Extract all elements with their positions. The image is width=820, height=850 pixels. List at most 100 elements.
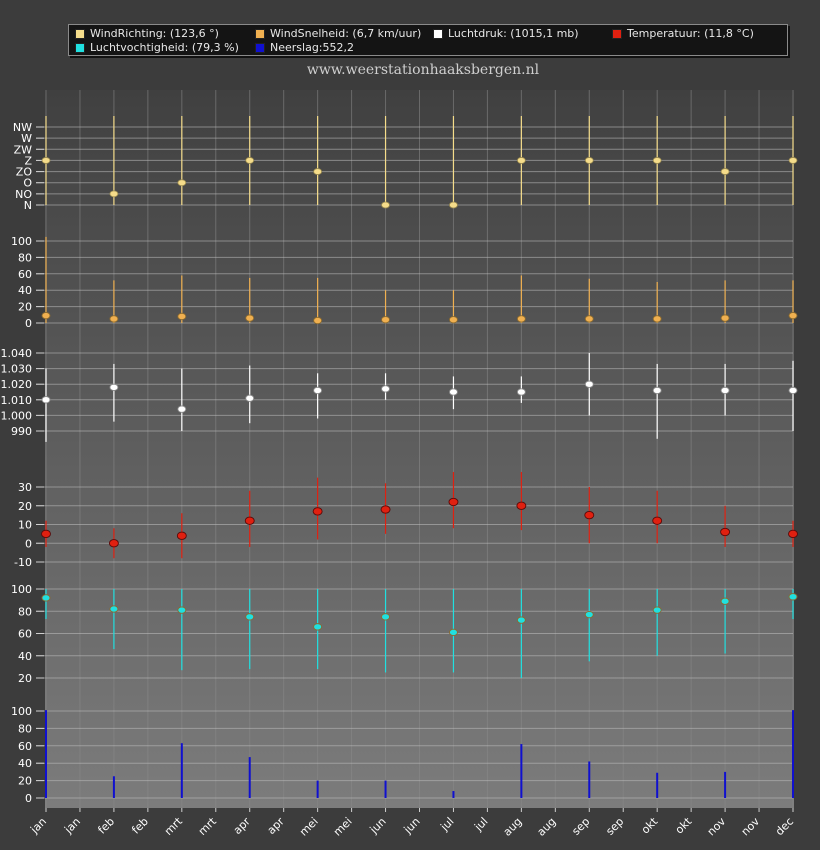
data-point xyxy=(313,168,323,175)
data-point xyxy=(652,516,663,525)
x-tick-label: nov xyxy=(705,815,729,839)
legend-label: WindSnelheid: (6,7 km/uur) xyxy=(270,27,422,40)
precipitation-bar xyxy=(520,744,523,798)
precipitation-bar xyxy=(180,743,183,798)
data-point xyxy=(381,385,390,393)
legend-swatch xyxy=(612,28,622,39)
weather-chart-view: N NO O ZO Z ZW W NW 0 20 40 60 80 100 990 1.000 1.010 1.0… xyxy=(0,0,820,850)
x-tick-label: jul xyxy=(437,815,456,834)
data-point xyxy=(41,396,51,404)
data-point xyxy=(177,179,187,187)
data-point xyxy=(313,386,323,395)
data-point xyxy=(516,388,526,396)
y-tick-label: 0 xyxy=(25,537,32,550)
data-point xyxy=(652,157,662,164)
x-tick-label: mrt xyxy=(162,814,186,838)
data-point xyxy=(245,613,255,621)
data-point xyxy=(720,527,731,537)
data-point xyxy=(41,594,51,602)
y-tick-label: 20 xyxy=(18,775,32,788)
legend-label: Neerslag:552,2 xyxy=(270,41,354,54)
legend-item-temperatuur: Temperatuur: (11,8 °C) xyxy=(612,27,754,40)
data-point xyxy=(720,597,730,605)
data-point xyxy=(652,606,662,614)
x-tick-label: okt xyxy=(639,814,661,836)
y-tick-label: 100 xyxy=(11,235,32,248)
x-tick-label: jul xyxy=(471,815,490,834)
y-tick-label: 20 xyxy=(18,672,32,685)
x-tick-label: apr xyxy=(265,815,287,837)
precipitation-bar xyxy=(452,791,455,798)
data-point xyxy=(312,507,323,516)
x-tick-label: mei xyxy=(331,815,355,839)
data-point xyxy=(516,501,527,510)
x-tick-label: aug xyxy=(535,815,559,839)
data-point xyxy=(245,394,255,402)
precipitation-bar xyxy=(588,761,591,798)
x-tick-label: jan xyxy=(27,815,49,837)
data-point xyxy=(788,529,798,539)
y-tick-label: 1.030 xyxy=(1,363,33,376)
legend-swatch xyxy=(75,28,85,39)
data-point xyxy=(516,315,526,323)
y-tick-label: N xyxy=(24,199,32,212)
y-tick-label: 40 xyxy=(18,284,32,297)
data-point xyxy=(788,386,798,395)
legend-item-windsnelheid: WindSnelheid: (6,7 km/uur) xyxy=(255,27,421,40)
y-tick-label: 1.000 xyxy=(1,409,33,422)
x-tick-label: jan xyxy=(61,815,83,837)
data-point xyxy=(720,386,730,395)
data-point xyxy=(449,628,458,637)
x-tick-label: jun xyxy=(367,815,389,837)
data-point xyxy=(109,315,119,323)
precipitation-bar xyxy=(248,757,251,798)
y-tick-label: ZO xyxy=(16,166,33,179)
precipitation-bar xyxy=(792,710,794,798)
data-point xyxy=(448,497,459,507)
y-tick-label: 0 xyxy=(25,792,32,805)
y-tick-label: 10 xyxy=(18,519,32,532)
y-tick-label: 100 xyxy=(11,583,32,596)
data-point xyxy=(449,201,458,209)
legend-item-neerslag: Neerslag:552,2 xyxy=(255,41,354,54)
data-point xyxy=(652,315,662,323)
precipitation-bar xyxy=(316,780,319,798)
y-tick-label: 1.020 xyxy=(1,378,33,391)
data-point xyxy=(584,157,594,164)
data-point xyxy=(720,314,730,322)
y-tick-label: 80 xyxy=(18,251,32,264)
legend-label: Luchtdruk: (1015,1 mb) xyxy=(448,27,579,40)
y-tick-label: 0 xyxy=(25,317,32,330)
y-tick-label: O xyxy=(23,177,32,190)
y-tick-label: 20 xyxy=(18,301,32,314)
legend-item-luchtdruk: Luchtdruk: (1015,1 mb) xyxy=(433,27,579,40)
legend-swatch xyxy=(433,28,443,39)
y-tick-label: NO xyxy=(15,188,32,201)
data-point xyxy=(788,311,798,320)
x-tick-label: feb xyxy=(95,815,117,837)
y-tick-label: 990 xyxy=(11,425,32,438)
data-point xyxy=(313,316,323,325)
precipitation-bar xyxy=(112,776,115,798)
data-point xyxy=(245,314,255,322)
weather-chart: NNOOZOZZWWNW0204060801009901.0001.0101.0… xyxy=(1,90,798,839)
data-point xyxy=(109,190,119,198)
y-tick-label: NW xyxy=(13,121,32,134)
data-point xyxy=(381,316,390,324)
data-point xyxy=(41,157,51,164)
x-tick-label: feb xyxy=(129,815,151,837)
data-point xyxy=(313,623,323,631)
x-tick-label: mrt xyxy=(196,814,220,838)
data-point xyxy=(652,386,662,395)
data-point xyxy=(584,510,595,520)
data-point xyxy=(380,505,391,514)
y-tick-label: -10 xyxy=(14,556,32,569)
data-point xyxy=(245,157,255,164)
data-point xyxy=(516,157,526,164)
y-tick-label: 100 xyxy=(11,705,32,718)
chart-legend: WindRichting: (123,6 °) WindSnelheid: (6… xyxy=(68,24,788,56)
y-tick-label: 60 xyxy=(18,628,32,641)
data-point xyxy=(788,593,798,601)
data-point xyxy=(381,201,390,209)
y-tick-label: 1.040 xyxy=(1,347,33,360)
